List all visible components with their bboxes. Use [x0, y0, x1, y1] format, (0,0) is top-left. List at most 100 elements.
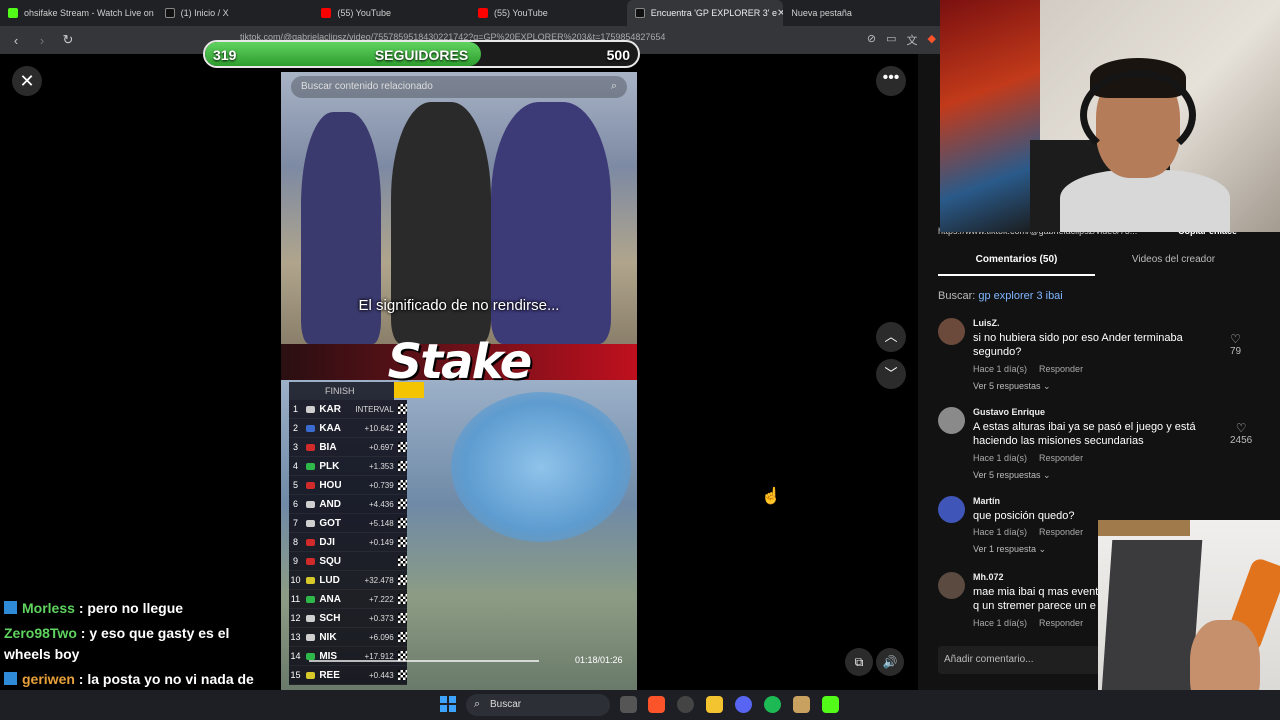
- driver-gap: +0.373: [368, 613, 394, 623]
- kick-icon[interactable]: [822, 696, 839, 713]
- standings-position: 9: [293, 556, 299, 566]
- team-logo-icon: [306, 462, 316, 470]
- view-replies-button[interactable]: Ver 5 respuestas ⌄: [973, 381, 1051, 392]
- reply-button[interactable]: Responder: [1039, 527, 1083, 537]
- brave-icon[interactable]: [648, 696, 665, 713]
- tab-x[interactable]: (1) Inicio / X: [157, 0, 314, 26]
- task-view-icon[interactable]: [620, 696, 637, 713]
- taskbar-search[interactable]: ⌕ Buscar: [466, 694, 610, 716]
- next-video-icon[interactable]: ﹀: [876, 359, 906, 389]
- reply-button[interactable]: Responder: [1039, 453, 1083, 463]
- heart-icon: ♡: [1230, 332, 1241, 346]
- checkered-flag-icon: [397, 537, 407, 547]
- streamer-webcam: [940, 0, 1280, 232]
- back-icon[interactable]: ‹: [6, 33, 26, 48]
- checkered-flag-icon: [397, 404, 407, 414]
- checkered-flag-icon: [397, 632, 407, 642]
- forward-icon[interactable]: ›: [32, 33, 52, 48]
- driver-gap: +0.149: [368, 537, 394, 547]
- tab-youtube-2[interactable]: (55) YouTube: [470, 0, 627, 26]
- volume-icon[interactable]: 🔊: [876, 648, 904, 676]
- checkered-flag-icon: [397, 480, 407, 490]
- comment-text: si no hubiera sido por eso Ander termina…: [973, 332, 1183, 358]
- standings-position: 11: [290, 594, 301, 604]
- driver-gap: +10.642: [364, 423, 394, 433]
- standings-row: 6 AND +4.436: [289, 495, 407, 514]
- tab-tiktok[interactable]: Encuentra 'GP EXPLORER 3' e ✕: [626, 0, 784, 26]
- close-icon[interactable]: ✕: [12, 66, 42, 96]
- previous-video-icon[interactable]: ︿: [876, 322, 906, 352]
- video-player[interactable]: Buscar contenido relacionado ⌕ El signifi…: [281, 72, 637, 690]
- brave-shield-icon[interactable]: ◆: [928, 32, 936, 48]
- translate-icon[interactable]: 文: [907, 32, 918, 48]
- standings-position: 1: [293, 404, 299, 414]
- driver-gap: +0.739: [368, 480, 394, 490]
- cast-icon[interactable]: ▭: [886, 32, 896, 48]
- tab-creator-videos[interactable]: Videos del creador: [1095, 254, 1252, 276]
- more-options-icon[interactable]: •••: [876, 66, 906, 96]
- avatar[interactable]: [938, 496, 965, 523]
- reply-button[interactable]: Responder: [1039, 364, 1083, 374]
- file-explorer-icon[interactable]: [706, 696, 723, 713]
- standings-position: 6: [293, 499, 299, 509]
- comment-meta: Hace 1 día(s) Responder: [973, 364, 1084, 374]
- view-replies-button[interactable]: Ver 1 respuesta ⌄: [973, 544, 1046, 555]
- no-video-icon[interactable]: ⊘: [867, 32, 876, 48]
- search-icon[interactable]: ⌕: [611, 80, 617, 93]
- mouse-cursor-icon: ☝: [761, 488, 781, 505]
- comment-meta: Hace 1 día(s) Responder: [973, 453, 1084, 463]
- app-icon[interactable]: [793, 696, 810, 713]
- standings-row: 15 REE +0.443: [289, 666, 407, 685]
- standings-position: 12: [290, 613, 301, 623]
- video-progress-bar[interactable]: [309, 660, 539, 662]
- team-logo-icon: [306, 443, 316, 451]
- avatar[interactable]: [938, 572, 965, 599]
- driver-gap: INTERVAL: [355, 404, 394, 414]
- windows-start-icon[interactable]: [440, 696, 456, 712]
- comment-author[interactable]: LuisZ.: [973, 318, 1000, 328]
- view-replies-button[interactable]: Ver 5 respuestas ⌄: [973, 470, 1051, 481]
- x-icon: [164, 8, 175, 18]
- standings-row: 9 SQU: [289, 552, 407, 571]
- standings-position: 7: [293, 518, 299, 528]
- reload-icon[interactable]: ↻: [58, 32, 78, 48]
- tab-kick[interactable]: ohsifake Stream - Watch Live on: [0, 0, 157, 26]
- github-icon[interactable]: [677, 696, 694, 713]
- checkered-flag-icon: [397, 423, 407, 433]
- like-button[interactable]: ♡ 79: [1230, 332, 1241, 357]
- comment-author[interactable]: Mh.072: [973, 572, 1004, 582]
- headset-icon: [1080, 70, 1196, 160]
- checkered-flag-icon: [397, 461, 407, 471]
- tab-youtube-1[interactable]: (55) YouTube: [313, 0, 470, 26]
- standings-row: 12 SCH +0.373: [289, 609, 407, 628]
- standings-position: 13: [290, 632, 301, 642]
- spotify-icon[interactable]: [764, 696, 781, 713]
- like-button[interactable]: ♡ 2456: [1230, 421, 1252, 446]
- driver-code: NIK: [319, 631, 337, 643]
- reply-button[interactable]: Responder: [1039, 618, 1083, 628]
- tab-new[interactable]: Nueva pestaña: [783, 0, 940, 26]
- driver-gap: +0.697: [368, 442, 394, 452]
- search-term-link[interactable]: gp explorer 3 ibai: [978, 290, 1062, 302]
- related-search-bar[interactable]: Buscar contenido relacionado ⌕: [291, 76, 627, 98]
- driver-gap: +1.353: [368, 461, 394, 471]
- panel-tabs: Comentarios (50) Videos del creador: [938, 254, 1252, 276]
- comment-author[interactable]: Gustavo Enrique: [973, 407, 1045, 417]
- checkered-flag-icon: [397, 499, 407, 509]
- floating-player-icon[interactable]: ⧉: [845, 648, 873, 676]
- comment-text: A estas alturas ibai ya se pasó el juego…: [973, 421, 1196, 447]
- standings-row: 8 DJI +0.149: [289, 533, 407, 552]
- avatar[interactable]: [938, 407, 965, 434]
- heart-icon: ♡: [1235, 421, 1247, 435]
- checkered-flag-icon: [397, 613, 407, 623]
- standings-row: 5 HOU +0.739: [289, 476, 407, 495]
- discord-icon[interactable]: [735, 696, 752, 713]
- add-comment-input[interactable]: Añadir comentario...: [938, 646, 1118, 674]
- comment-author[interactable]: Martín: [973, 496, 1000, 506]
- standings-row: 2 KAA +10.642: [289, 419, 407, 438]
- tab-comments[interactable]: Comentarios (50): [938, 254, 1095, 276]
- standings-row: 10 LUD +32.478: [289, 571, 407, 590]
- streamer-torso: [1060, 170, 1230, 232]
- checkered-flag-icon: [397, 518, 407, 528]
- avatar[interactable]: [938, 318, 965, 345]
